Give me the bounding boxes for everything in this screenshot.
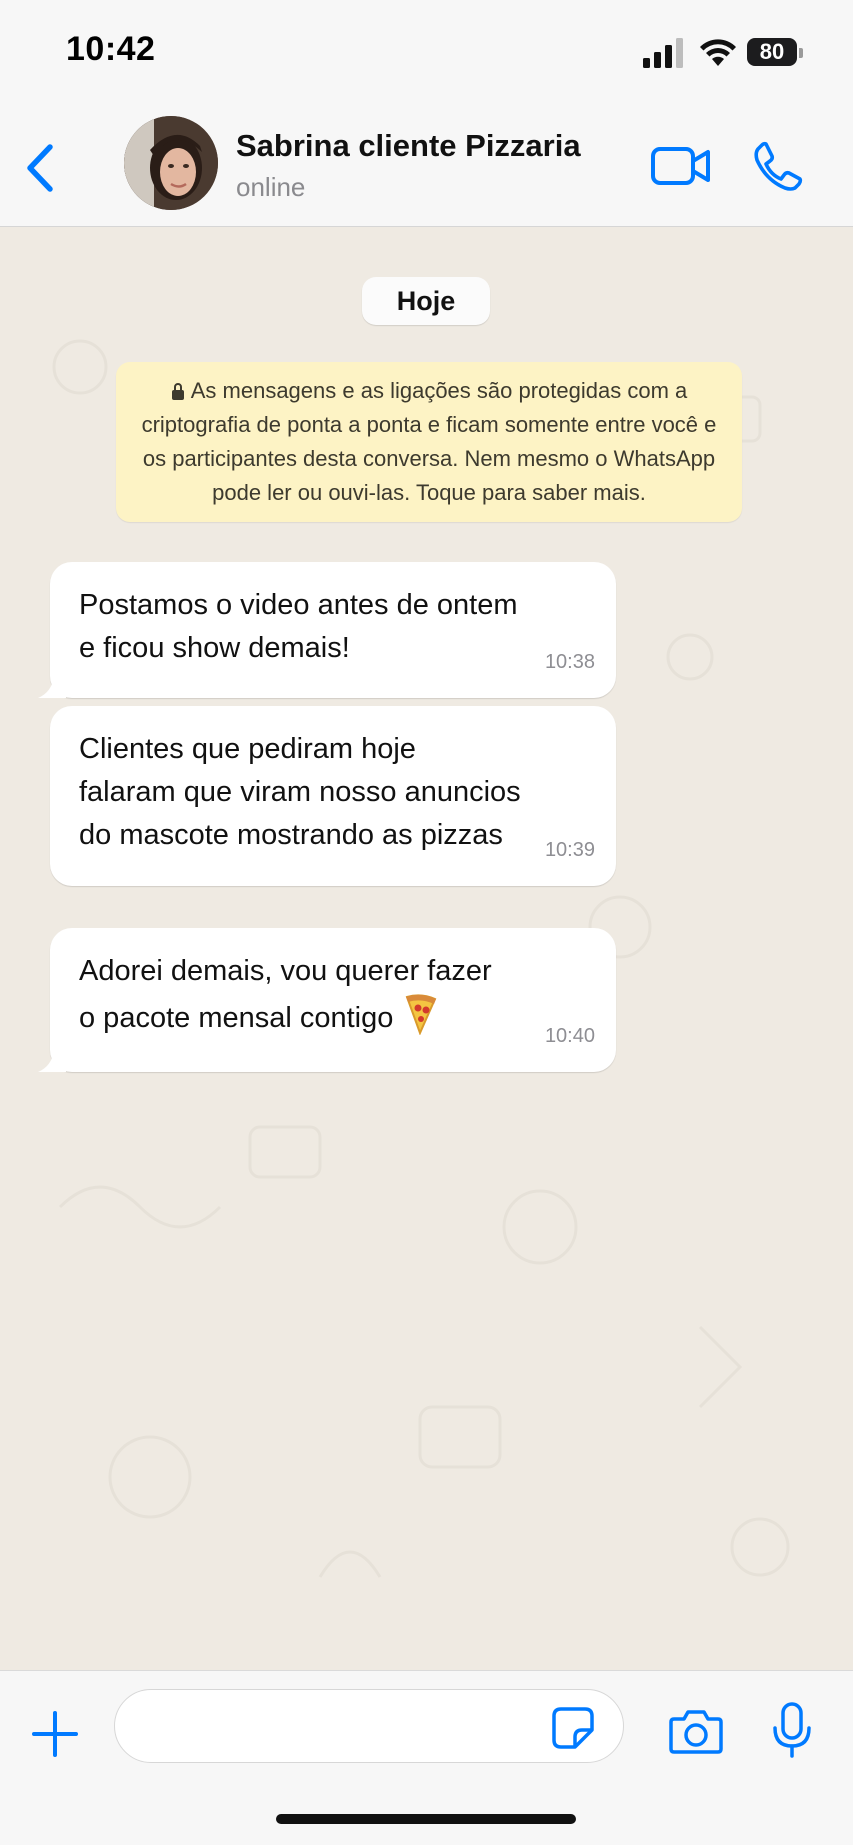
bubble-tail (38, 1050, 66, 1072)
message-time: 10:40 (544, 1025, 595, 1047)
message-time: 10:38 (544, 651, 595, 673)
status-bar: 10:42 80 (0, 0, 853, 100)
message-line: Adorei demais, vou querer fazer (79, 955, 492, 987)
message-line: Clientes que pediram hoje (79, 733, 416, 765)
lock-icon (171, 383, 184, 400)
encryption-notice[interactable]: As mensagens e as ligações são protegida… (116, 362, 742, 522)
message-bubble[interactable]: Postamos o video antes de ontem e ficou … (38, 562, 616, 698)
message-bubble[interactable]: Clientes que pediram hoje falaram que vi… (50, 706, 616, 886)
message-line: falaram que viram nosso anuncios (79, 776, 521, 808)
day-separator: Hoje (362, 277, 490, 325)
wifi-icon (700, 39, 736, 66)
pizza-icon (406, 994, 437, 1035)
sticker-icon[interactable] (551, 1706, 595, 1750)
message-line: o pacote mensal contigo (79, 1002, 394, 1034)
message-composer (0, 1670, 853, 1845)
chat-area[interactable]: Hoje As mensagens e as ligações são prot… (0, 227, 853, 1670)
message-time: 10:39 (544, 839, 595, 861)
message-line: Postamos o video antes de ontem (79, 589, 518, 621)
phone-icon[interactable] (752, 140, 804, 192)
message-input[interactable] (114, 1689, 624, 1763)
message-line-with-emoji: o pacote mensal contigo (79, 993, 586, 1040)
status-icons: 80 (643, 36, 823, 70)
contact-status: online (236, 172, 306, 202)
chat-header: Sabrina cliente Pizzaria online (0, 100, 853, 227)
chevron-left-icon[interactable] (22, 142, 56, 194)
signal-bars-icon (643, 38, 683, 68)
message-line: e ficou show demais! (79, 632, 350, 664)
camera-icon[interactable] (668, 1707, 724, 1755)
contact-name[interactable]: Sabrina cliente Pizzaria (236, 128, 581, 164)
microphone-icon[interactable] (770, 1701, 814, 1759)
message-line: do mascote mostrando as pizzas (79, 819, 503, 851)
battery-tip (799, 48, 803, 58)
battery-icon: 80 (747, 38, 797, 66)
message-bubble[interactable]: Adorei demais, vou querer fazer o pacote… (38, 928, 616, 1072)
bubble-tail (38, 676, 66, 698)
video-camera-icon[interactable] (650, 144, 712, 188)
status-time: 10:42 (66, 30, 156, 68)
battery-level: 80 (759, 39, 785, 64)
home-indicator (276, 1814, 576, 1824)
avatar-image (124, 116, 218, 210)
avatar[interactable] (124, 116, 218, 210)
plus-icon[interactable] (30, 1709, 80, 1759)
encryption-notice-text: As mensagens e as ligações são protegida… (141, 378, 717, 505)
